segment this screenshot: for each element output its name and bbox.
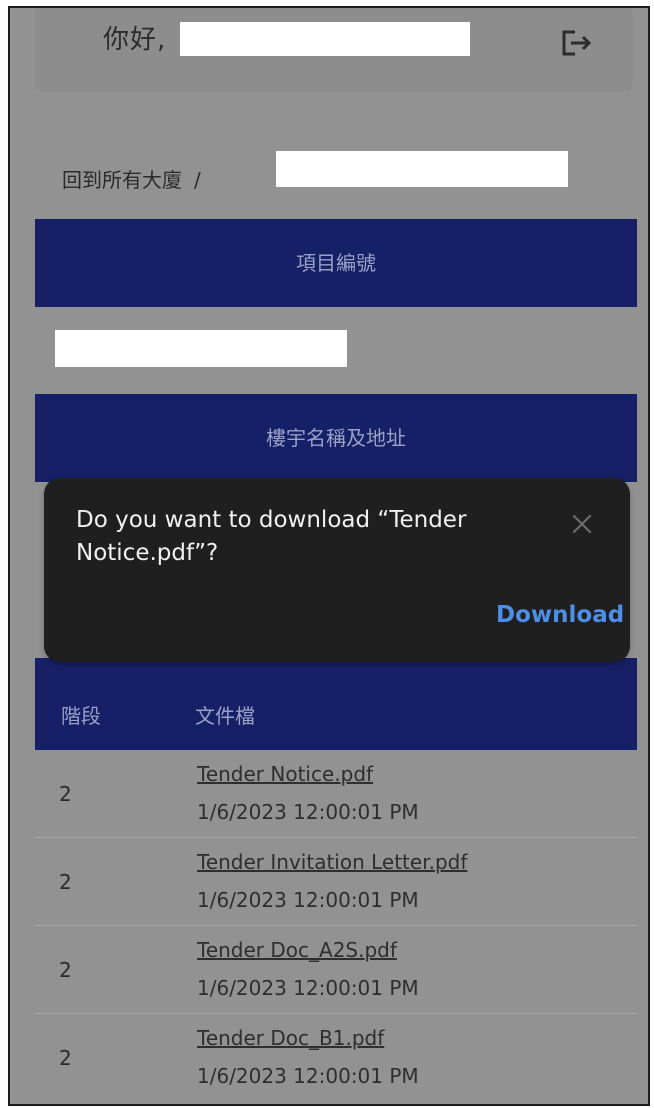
file-date: 1/6/2023 12:00:01 PM [197, 888, 419, 912]
file-link[interactable]: Tender Invitation Letter.pdf [197, 850, 467, 874]
download-dialog-message: Do you want to download “Tender Notice.p… [76, 507, 467, 566]
redacted-building-name [276, 151, 568, 187]
row-stage: 2 [59, 870, 72, 894]
table-row: 2 Tender Notice.pdf 1/6/2023 12:00:01 PM [35, 750, 637, 838]
file-table-body: 2 Tender Notice.pdf 1/6/2023 12:00:01 PM… [35, 750, 637, 1102]
building-name-header: 樓宇名稱及地址 [35, 394, 637, 482]
redacted-username [180, 22, 470, 56]
table-row: 2 Tender Doc_A2S.pdf 1/6/2023 12:00:01 P… [35, 926, 637, 1014]
breadcrumb: 回到所有大廈 / [62, 164, 201, 193]
logout-icon[interactable] [559, 28, 595, 58]
file-date: 1/6/2023 12:00:01 PM [197, 800, 419, 824]
download-dialog: Do you want to download “Tender Notice.p… [44, 478, 630, 662]
project-number-header: 項目編號 [35, 219, 637, 307]
column-header-stage: 階段 [61, 704, 101, 728]
table-row: 2 Tender Invitation Letter.pdf 1/6/2023 … [35, 838, 637, 926]
file-date: 1/6/2023 12:00:01 PM [197, 976, 419, 1000]
breadcrumb-separator: / [194, 168, 201, 192]
file-date: 1/6/2023 12:00:01 PM [197, 1064, 419, 1088]
file-link[interactable]: Tender Doc_B1.pdf [197, 1026, 384, 1050]
breadcrumb-back-link[interactable]: 回到所有大廈 [62, 168, 182, 192]
redacted-project-number [55, 330, 347, 367]
header-bar: 你好, [35, 8, 633, 92]
row-stage: 2 [59, 782, 72, 806]
table-row: 2 Tender Doc_B1.pdf 1/6/2023 12:00:01 PM [35, 1014, 637, 1102]
greeting-text: 你好, [103, 25, 167, 55]
row-stage: 2 [59, 958, 72, 982]
close-icon[interactable] [570, 512, 594, 536]
file-link[interactable]: Tender Doc_A2S.pdf [197, 938, 397, 962]
row-stage: 2 [59, 1046, 72, 1070]
column-header-file: 文件檔 [195, 704, 255, 728]
file-link[interactable]: Tender Notice.pdf [197, 762, 373, 786]
file-table-header: 階段 文件檔 [35, 658, 637, 750]
download-button[interactable]: Download [496, 602, 624, 628]
page-frame: 你好, 回到所有大廈 / 項目編號 樓宇名稱及地址 階段 文件檔 2 Tender… [8, 6, 650, 1106]
